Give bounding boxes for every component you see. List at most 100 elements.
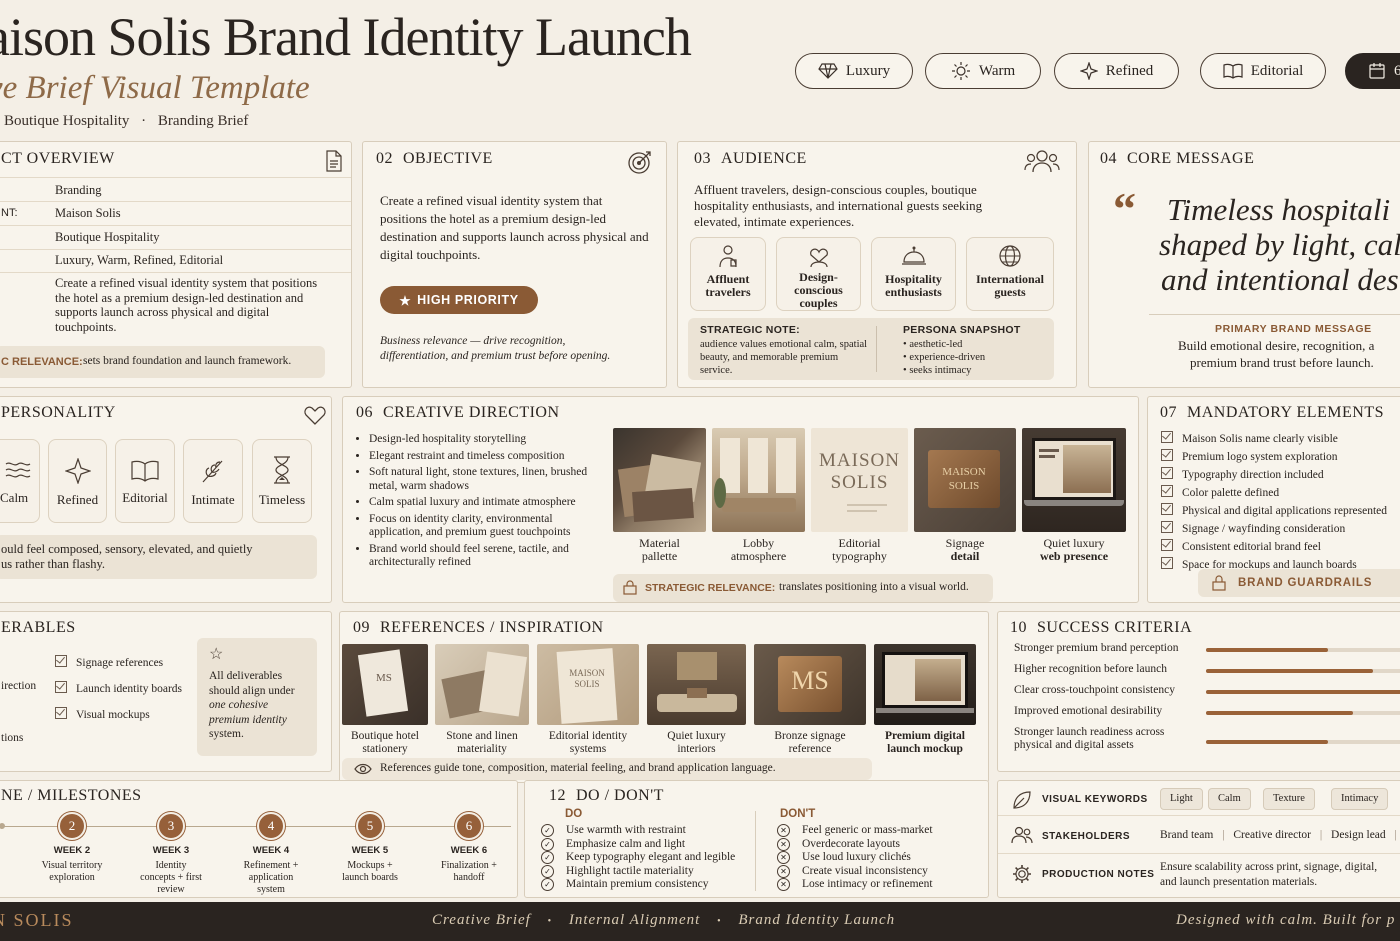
editorial-typography-image: MAISON SOLIS (811, 428, 908, 532)
sparkle-icon (63, 457, 92, 485)
chip-warm[interactable]: Warm (925, 53, 1041, 89)
do-item: ✓ Highlight tactile materiality (541, 864, 735, 879)
bronze-signage-image: MS (754, 644, 866, 725)
success-criterion-label: Higher recognition before launch (1014, 663, 1167, 675)
chip-label: Refined (1105, 62, 1154, 79)
footer-item: Brand Identity Launch (738, 912, 896, 928)
relevance-text: translates positioning into a visual wor… (779, 581, 969, 593)
panel-title-text: DO / DON'T (576, 787, 664, 804)
sparkle-icon (1079, 62, 1098, 80)
do-list: ✓ Use warmth with restraint ✓ Emphasize cal… (541, 824, 735, 892)
globe-icon (999, 245, 1021, 267)
strategic-note-text: audience values emotional calm, spatial … (700, 339, 868, 376)
success-progress-fill (1206, 740, 1329, 744)
checkbox-icon (1161, 449, 1173, 461)
success-progress-bar (1206, 740, 1400, 744)
milestone-week: WEEK 3 (152, 845, 190, 856)
overview-row-label: NT: (1, 207, 18, 219)
hourglass-icon (274, 456, 290, 484)
x-circle-icon: ✕ (777, 878, 790, 892)
panel-title-text: CORE MESSAGE (1127, 150, 1255, 167)
panel-title-text: MANDATORY ELEMENTS (1187, 404, 1385, 421)
people-group-icon (1024, 150, 1060, 173)
checkbox-icon (1161, 503, 1173, 515)
service-bell-icon (901, 246, 926, 265)
success-progress-bar (1206, 711, 1400, 715)
panel-number: 09 (353, 619, 370, 636)
extras-panel: VISUAL KEYWORDS Light Calm Texture Intimacy… (997, 780, 1400, 898)
panel-number: 10 (1010, 619, 1027, 636)
image-caption: Quiet luxury interiors (667, 730, 726, 755)
chip-label: Luxury (845, 62, 891, 79)
persona-item: • seeks intimacy (903, 365, 972, 376)
leaf-icon (1013, 791, 1031, 809)
lock-icon (1212, 575, 1226, 591)
overview-relevance: C RELEVANCE: sets brand foundation and l… (0, 346, 325, 378)
milestone: 2 WEEK 2 Visual territory exploration (27, 812, 117, 884)
lobby-atmosphere-image (712, 428, 805, 532)
creative-bullet: Soft natural light, stone textures, line… (369, 466, 607, 493)
milestone-week: WEEK 5 (351, 845, 389, 856)
eye-icon (354, 763, 372, 775)
waves-icon (5, 462, 30, 478)
success-criterion-label: Stronger premium brand perception (1014, 642, 1179, 654)
core-quote-line: shaped by light, calm (1159, 227, 1400, 262)
deliverable-item: Launch identity boards (55, 680, 182, 695)
overview-row-value: Maison Solis (55, 206, 121, 220)
mandatory-item: Color palette defined (1161, 484, 1387, 502)
panel-number: 03 (694, 150, 711, 167)
milestone-description: Mockups + launch boards (342, 860, 398, 883)
milestone-number: 6 (455, 812, 483, 840)
checkbox-icon (55, 655, 67, 667)
panel-title-text: CREATIVE DIRECTION (383, 404, 560, 421)
chip-timeline[interactable]: 6 (1345, 53, 1400, 89)
checkbox-icon (1161, 557, 1173, 569)
overview-row-value: Boutique Hospitality (55, 230, 160, 244)
production-notes-text: and launch presentation materials. (1160, 876, 1318, 888)
milestone-week: WEEK 4 (252, 845, 290, 856)
references-note-text: References guide tone, composition, mate… (380, 762, 776, 774)
material-palette-image (613, 428, 706, 532)
milestone-week: WEEK 6 (450, 845, 488, 856)
image-caption: Quiet luxury web presence (1039, 536, 1109, 563)
deliverables-note: ☆ All deliverables should align under on… (197, 638, 317, 756)
sign-text: SOLIS (948, 480, 980, 492)
keyword-tag: Light (1160, 788, 1203, 810)
success-criteria-panel: 10 SUCCESS CRITERIA Stronger premium bran… (997, 611, 1400, 772)
milestone-number: 2 (58, 812, 86, 840)
panel-number: 02 (376, 150, 393, 167)
primary-message-label: PRIMARY BRAND MESSAGE (1215, 323, 1372, 335)
production-notes-text: Ensure scalability across print, signage… (1160, 861, 1378, 873)
image-caption: Stone and linen materiality (446, 730, 518, 755)
milestone-number: 5 (356, 812, 384, 840)
deliverable-item: irection (1, 680, 37, 692)
audience-panel: 03 AUDIENCE Affluent travelers, design-co… (677, 141, 1077, 388)
chip-luxury[interactable]: Luxury (795, 53, 913, 89)
chip-editorial[interactable]: Editorial (1200, 53, 1326, 89)
people-icon (1011, 826, 1033, 844)
panel-title-text: AUDIENCE (721, 150, 807, 167)
audience-card-label: International guests (975, 272, 1044, 299)
creative-bullet: Design-led hospitality storytelling (369, 433, 607, 447)
chip-refined[interactable]: Refined (1054, 53, 1179, 89)
milestone: 5 WEEK 5 Mockups + launch boards (325, 812, 415, 884)
checkbox-icon (55, 681, 67, 693)
signage-detail-image: MAISON SOLIS (914, 428, 1016, 532)
panel-number: 04 (1100, 150, 1117, 167)
stakeholder-separator: | (1394, 829, 1397, 841)
image-caption: Material pallette (639, 536, 680, 563)
footer-tagline: Designed with calm. Built for p (1176, 912, 1396, 928)
production-notes-label: PRODUCTION NOTES (1042, 869, 1155, 880)
panel-title: ERABLES (1, 619, 76, 636)
references-panel: 09 REFERENCES / INSPIRATION MS Boutique h… (339, 611, 989, 783)
footer-brand: N SOLIS (0, 910, 74, 930)
document-icon (326, 150, 342, 172)
page-title: aison Solis Brand Identity Launch (0, 7, 692, 67)
panel-title: 07 MANDATORY ELEMENTS (1160, 404, 1384, 422)
personality-note: ould feel composed, sensory, elevated, a… (0, 535, 317, 579)
panel-number: 12 (549, 787, 566, 804)
trait-label: Calm (0, 490, 29, 505)
success-criterion-label: Stronger launch readiness across physica… (1014, 726, 1165, 751)
primary-message-text: Build emotional desire, recognition, a (1178, 338, 1375, 353)
success-criterion-label: Improved emotional desirability (1014, 705, 1163, 717)
